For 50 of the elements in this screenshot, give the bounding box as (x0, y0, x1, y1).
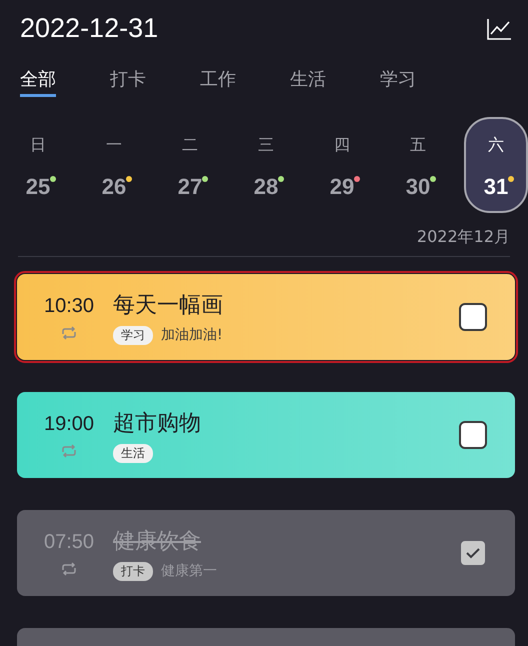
category-tab[interactable]: 学习 (380, 67, 416, 97)
task-time: 19:00 (44, 412, 94, 436)
check-icon (465, 547, 481, 559)
task-time: 10:30 (44, 294, 94, 318)
task-note: 健康第一 (161, 562, 217, 580)
repeat-icon (60, 562, 78, 576)
date-number: 27 (178, 174, 202, 199)
repeat-icon (60, 326, 78, 340)
task-card[interactable]: 10:30 每天一幅画 学习 加油加油! (17, 274, 515, 360)
day-cell[interactable]: 一 26 (82, 117, 146, 213)
weekday-label: 五 (410, 135, 426, 156)
task-checkbox[interactable] (459, 303, 487, 331)
date-number: 30 (406, 174, 430, 199)
category-tag: 打卡 (113, 562, 153, 580)
task-note: 加油加油! (161, 326, 223, 344)
date-number: 31 (484, 174, 508, 199)
date-number: 26 (102, 174, 126, 199)
category-tab[interactable]: 工作 (200, 67, 236, 97)
repeat-icon (60, 444, 78, 458)
category-tag: 生活 (113, 444, 153, 462)
task-time: 07:50 (44, 530, 94, 554)
date-title: 2022-12-31 (20, 13, 158, 44)
date-number: 25 (26, 174, 50, 199)
task-checkbox[interactable] (459, 539, 487, 567)
task-title: 每天一幅画 (113, 292, 224, 320)
day-cell[interactable]: 三 28 (234, 117, 298, 213)
weekday-label: 二 (182, 135, 198, 156)
chart-icon[interactable] (486, 16, 512, 40)
task-card[interactable]: 19:00 超市购物 生活 (17, 392, 515, 478)
date-number: 28 (254, 174, 278, 199)
category-tab[interactable]: 打卡 (110, 67, 146, 97)
category-tag: 学习 (113, 326, 153, 344)
weekday-label: 四 (334, 135, 350, 156)
weekday-label: 日 (30, 135, 46, 156)
day-cell[interactable]: 二 27 (158, 117, 222, 213)
task-card[interactable]: 07:50 健康饮食 打卡 健康第一 (17, 510, 515, 596)
weekday-label: 一 (106, 135, 122, 156)
task-title: 健康饮食 (113, 528, 202, 556)
weekday-label: 六 (488, 135, 504, 156)
date-number: 29 (330, 174, 354, 199)
task-checkbox[interactable] (459, 421, 487, 449)
task-title: 超市购物 (113, 410, 202, 438)
day-cell[interactable]: 日 25 (6, 117, 70, 213)
month-label: 2022年12月 (416, 227, 510, 248)
day-cell[interactable]: 六 31 (464, 117, 528, 213)
category-tab[interactable]: 全部 (20, 67, 56, 97)
day-cell[interactable]: 五 30 (386, 117, 450, 213)
category-tab[interactable]: 生活 (290, 67, 326, 97)
day-cell[interactable]: 四 29 (310, 117, 374, 213)
weekday-label: 三 (258, 135, 274, 156)
